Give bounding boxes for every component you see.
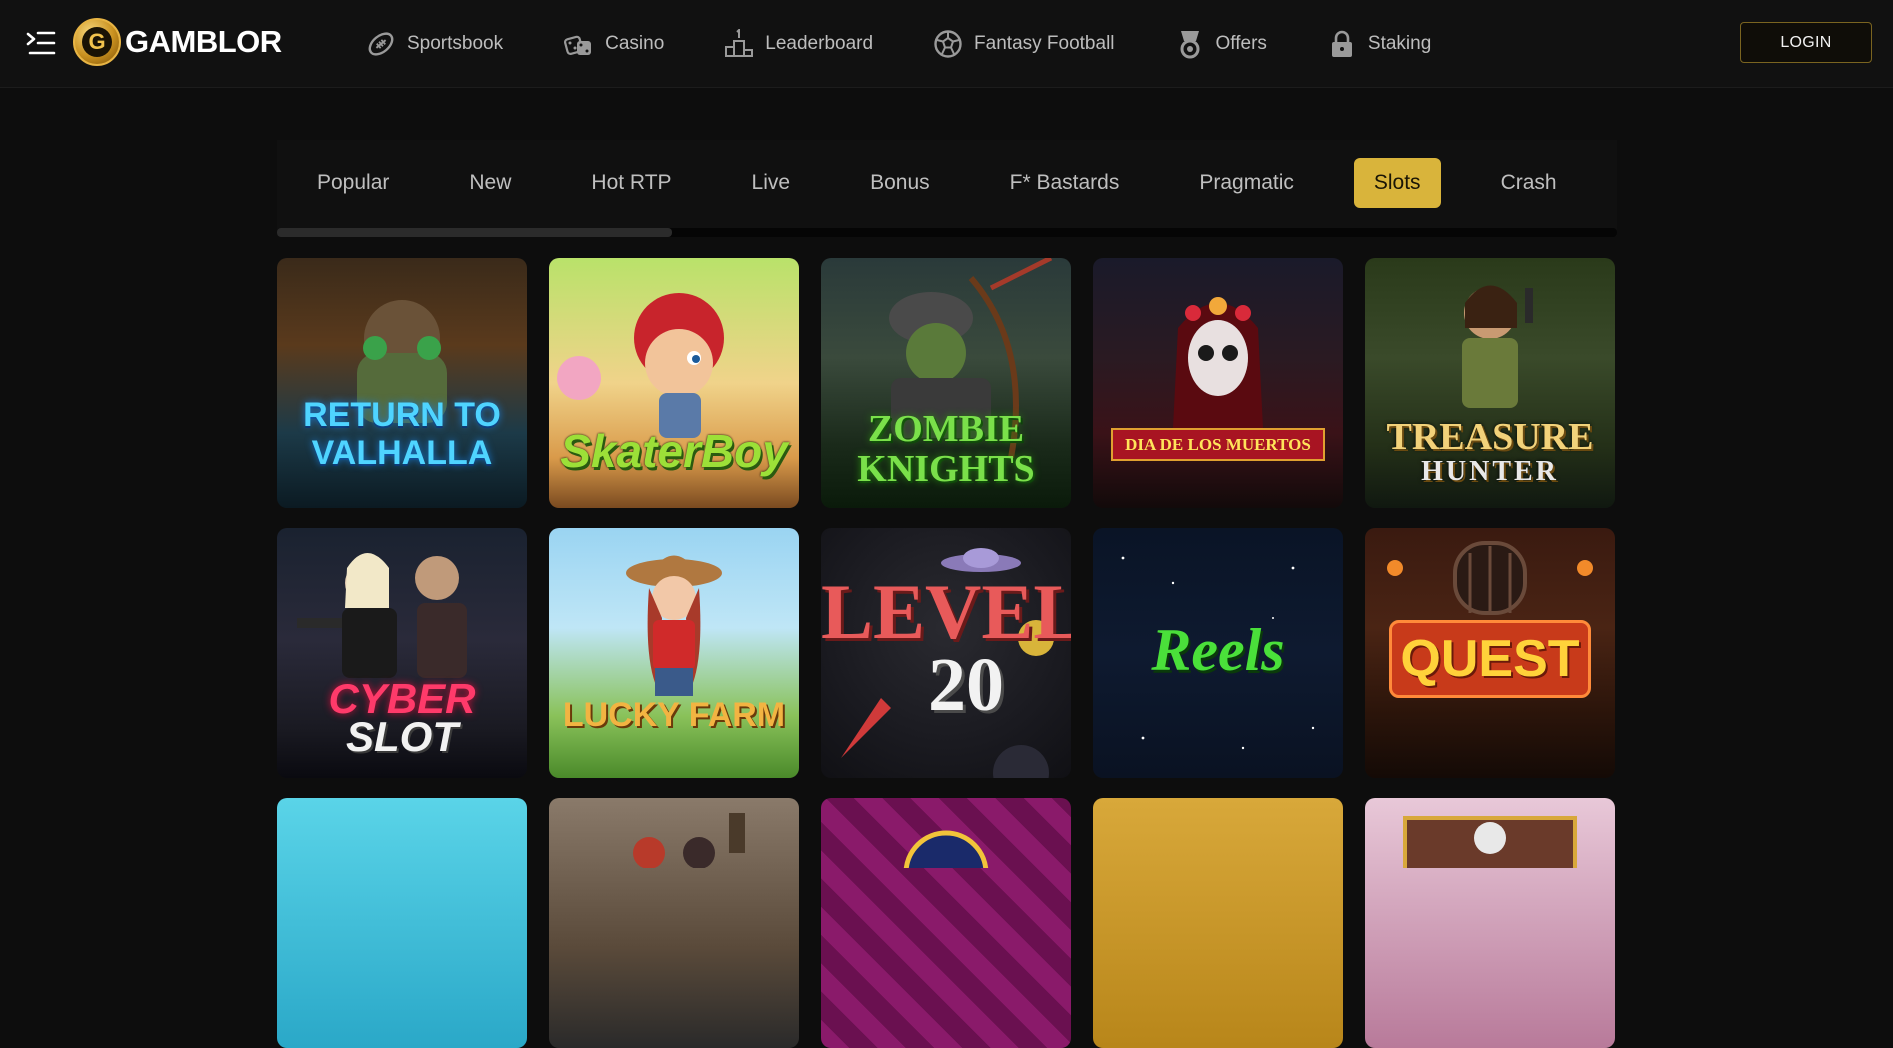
brand-name: GAMBLOR bbox=[125, 24, 282, 59]
tab-slots[interactable]: Slots bbox=[1353, 158, 1441, 208]
game-title: SkaterBoy bbox=[560, 425, 788, 477]
nav-fantasy-football[interactable]: Fantasy Football bbox=[933, 29, 1115, 59]
game-title: Reels bbox=[1151, 617, 1285, 683]
game-card[interactable] bbox=[1365, 798, 1615, 1048]
game-card[interactable]: RETURN TO VALHALLA bbox=[277, 258, 527, 508]
nav-label: Fantasy Football bbox=[974, 33, 1115, 54]
tab-hot-rtp[interactable]: Hot RTP bbox=[551, 158, 711, 208]
game-art bbox=[903, 830, 989, 916]
brand-logo[interactable]: G GAMBLOR bbox=[73, 17, 282, 67]
category-tabs: Popular New Hot RTP Live Bonus F* Bastards Pra… bbox=[277, 140, 1617, 236]
game-title: LUCKY FARM bbox=[562, 696, 786, 734]
nav-staking[interactable]: Staking bbox=[1327, 29, 1431, 59]
game-card[interactable]: TREASURE HUNTER bbox=[1365, 258, 1615, 508]
tab-bonus[interactable]: Bonus bbox=[830, 158, 970, 208]
tab-pragmatic[interactable]: Pragmatic bbox=[1159, 158, 1334, 208]
tabs-scrollbar[interactable] bbox=[277, 228, 1617, 237]
game-card[interactable]: LEVEL 20 bbox=[821, 528, 1071, 778]
tab-roulette[interactable]: Roulette bbox=[1597, 158, 1617, 208]
game-art bbox=[626, 555, 722, 696]
game-title: ZOMBIE KNIGHTS bbox=[857, 408, 1035, 490]
tab-new[interactable]: New bbox=[429, 158, 551, 208]
menu-toggle-icon[interactable] bbox=[26, 30, 56, 56]
game-card[interactable]: QUEST bbox=[1365, 528, 1615, 778]
game-title: RETURN TO VALHALLA bbox=[303, 396, 501, 472]
main-nav: Sportsbook Casino Leaderboard Fantasy Fo… bbox=[366, 27, 1491, 61]
game-art bbox=[1173, 297, 1263, 428]
soccer-ball-icon bbox=[934, 30, 962, 58]
game-card[interactable]: DIA DE LOS MUERTOS bbox=[1093, 258, 1343, 508]
nav-sportsbook[interactable]: Sportsbook bbox=[366, 29, 503, 59]
login-button[interactable]: LOGIN bbox=[1740, 22, 1872, 63]
nav-offers[interactable]: Offers bbox=[1175, 29, 1267, 59]
game-card[interactable] bbox=[549, 798, 799, 1048]
tabs-scrollbar-thumb[interactable] bbox=[277, 228, 672, 237]
tab-live[interactable]: Live bbox=[712, 158, 831, 208]
nav-label: Staking bbox=[1367, 33, 1432, 54]
tab-crash[interactable]: Crash bbox=[1461, 158, 1597, 208]
game-card[interactable] bbox=[1093, 798, 1343, 1048]
game-card[interactable] bbox=[821, 798, 1071, 1048]
game-card[interactable]: ZOMBIE KNIGHTS bbox=[821, 258, 1071, 508]
nav-leaderboard[interactable]: Leaderboard bbox=[724, 29, 873, 59]
game-art bbox=[633, 813, 745, 869]
game-card[interactable]: CYBER SLOT bbox=[277, 528, 527, 778]
game-card[interactable]: LUCKY FARM bbox=[549, 528, 799, 778]
game-title: QUEST bbox=[1389, 620, 1591, 698]
podium-icon bbox=[725, 29, 754, 57]
game-title: LEVEL 20 bbox=[821, 568, 1071, 727]
nav-label: Leaderboard bbox=[765, 33, 874, 54]
dice-icon bbox=[564, 35, 592, 55]
game-title: CYBER SLOT bbox=[328, 675, 476, 760]
nav-label: Casino bbox=[605, 33, 665, 54]
game-card[interactable] bbox=[277, 798, 527, 1048]
nav-label: Offers bbox=[1215, 33, 1267, 54]
football-icon bbox=[368, 32, 394, 56]
game-title: TREASURE HUNTER bbox=[1386, 416, 1594, 487]
game-card[interactable]: Reels bbox=[1093, 528, 1343, 778]
medal-icon bbox=[1180, 31, 1200, 59]
nav-casino[interactable]: Casino bbox=[564, 29, 664, 59]
tab-popular[interactable]: Popular bbox=[277, 158, 429, 208]
top-header: G GAMBLOR Sportsbook Casino Leaderboard … bbox=[0, 0, 1893, 88]
tab-f-bastards[interactable]: F* Bastards bbox=[970, 158, 1160, 208]
game-art bbox=[1403, 816, 1577, 880]
nav-label: Sportsbook bbox=[407, 33, 504, 54]
brand-coin-icon: G bbox=[73, 18, 121, 66]
game-card[interactable]: SkaterBoy bbox=[549, 258, 799, 508]
lock-icon bbox=[1331, 30, 1352, 57]
game-title: DIA DE LOS MUERTOS bbox=[1111, 428, 1325, 461]
